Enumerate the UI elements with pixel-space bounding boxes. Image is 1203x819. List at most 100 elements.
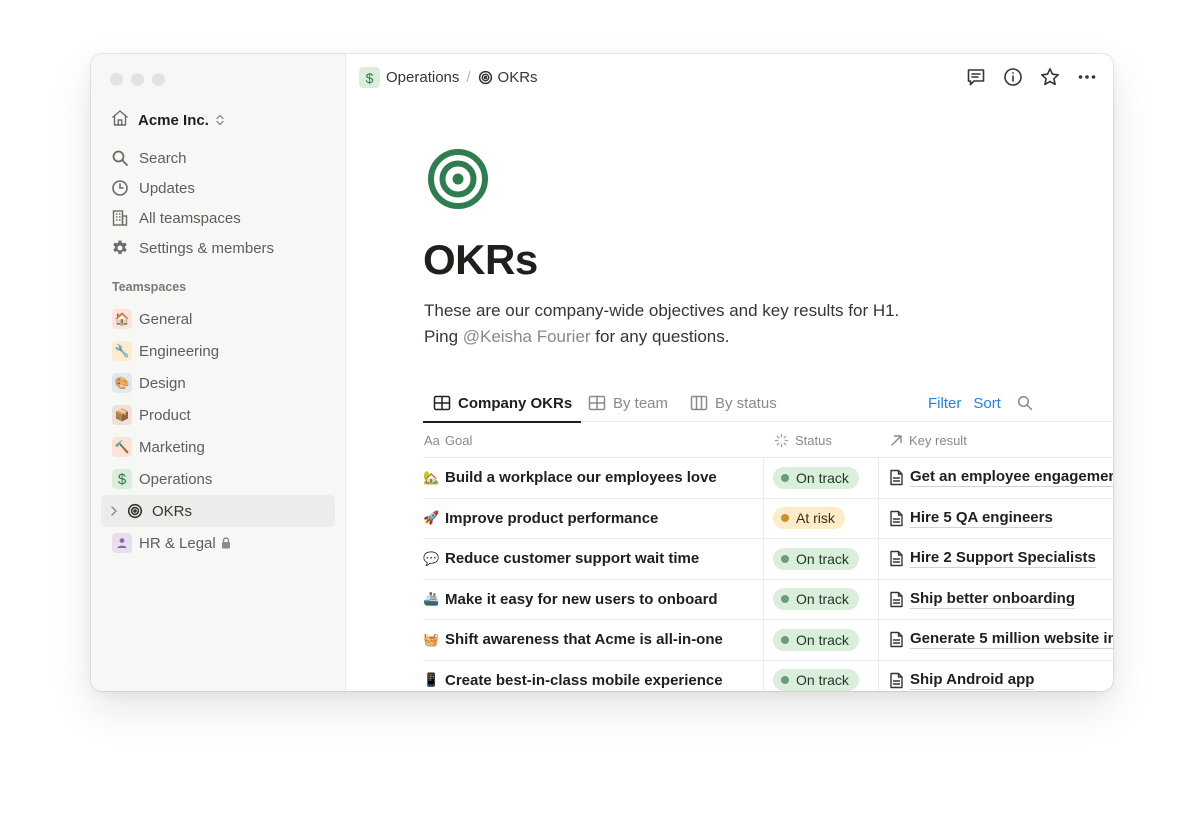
sidebar-item-product[interactable]: 📦 Product [101,399,335,431]
sidebar-item-search[interactable]: Search [110,143,274,173]
chevron-right-icon[interactable] [110,504,118,521]
sidebar-item-label: Product [139,406,191,424]
hammer-emoji-icon: 🔨 [112,437,132,457]
breadcrumb-operations[interactable]: Operations [386,69,459,86]
key-result-link[interactable]: Ship Android app [910,671,1035,690]
workspace-switcher[interactable]: Acme Inc. [110,109,225,131]
status-cell[interactable]: At risk [764,498,879,538]
table-row[interactable]: 🧺 Shift awareness that Acme is all-in-one… [423,620,1113,661]
star-icon [1041,68,1059,86]
minimize-window-button[interactable] [131,73,144,86]
sidebar-item-design[interactable]: 🎨 Design [101,367,335,399]
wrench-emoji-icon: 🔧 [112,341,132,361]
search-icon[interactable] [1017,395,1033,411]
goal-text: Reduce customer support wait time [445,550,700,568]
status-badge[interactable]: On track [773,547,859,570]
column-header-label: Status [795,432,832,448]
window-controls [110,73,165,86]
status-cell[interactable]: On track [764,539,879,579]
status-badge[interactable]: At risk [773,507,845,530]
document-icon [889,510,904,527]
sort-button[interactable]: Sort [973,395,1001,412]
status-cell[interactable]: On track [764,660,879,691]
tab-by-team[interactable]: By team [588,384,668,422]
sidebar-item-label: Engineering [139,342,220,360]
sidebar-item-general[interactable]: 🏠 General [101,303,335,335]
key-result-link[interactable]: Generate 5 million website impressions [910,630,1113,650]
sidebar-item-updates[interactable]: Updates [110,173,274,203]
info-icon [1004,68,1022,86]
goal-cell[interactable]: 💬 Reduce customer support wait time [423,539,764,579]
key-result-cell[interactable]: Hire 5 QA engineers [879,499,1113,539]
status-dot [781,554,789,563]
tab-by-status[interactable]: By status [690,384,777,422]
key-result-cell[interactable]: Generate 5 million website impressions [879,620,1113,660]
status-badge[interactable]: On track [773,588,859,611]
filter-button[interactable]: Filter [928,395,961,412]
goal-cell[interactable]: 🚢 Make it easy for new users to onboard [423,579,764,619]
sidebar-item-label: Updates [139,179,195,197]
goal-emoji-icon: 🚀 [423,510,440,526]
status-cell[interactable]: On track [764,620,879,660]
breadcrumb-okrs[interactable]: OKRs [498,69,538,86]
column-header-key-result[interactable]: Key result [890,422,967,458]
goal-cell[interactable]: 📱 Create best-in-class mobile experience [423,660,764,691]
status-badge[interactable]: On track [773,669,859,691]
user-mention[interactable]: @Keisha Fourier [463,327,591,346]
description-suffix: for any questions. [590,326,730,346]
table-row[interactable]: 🚢 Make it easy for new users to onboard O… [423,579,1113,620]
key-result-link[interactable]: Hire 5 QA engineers [910,509,1053,528]
person-icon [112,533,132,553]
table-row[interactable]: 💬 Reduce customer support wait time On tr… [423,539,1113,580]
description-line-2: Ping @Keisha Fourier for any questions. [424,324,899,350]
key-result-cell[interactable]: Get an employee engagement score [879,458,1113,498]
column-header-goal[interactable]: Aa Goal [424,422,472,458]
status-badge[interactable]: On track [773,466,859,489]
sidebar-item-okrs[interactable]: OKRs [101,495,335,527]
goal-cell[interactable]: 🏡 Build a workplace our employees love [423,458,764,498]
status-cell[interactable]: On track [764,579,879,619]
table-row[interactable]: 📱 Create best-in-class mobile experience … [423,660,1113,692]
key-result-link[interactable]: Ship better onboarding [910,590,1075,609]
page-target-icon[interactable] [426,147,490,216]
info-button[interactable] [1001,65,1025,89]
goal-emoji-icon: 🚢 [423,591,440,607]
page-description[interactable]: These are our company-wide objectives an… [424,298,899,349]
sidebar-item-settings[interactable]: Settings & members [110,233,274,263]
key-result-cell[interactable]: Ship Android app [879,661,1113,692]
sidebar-item-engineering[interactable]: 🔧 Engineering [101,335,335,367]
goal-text: Improve product performance [445,509,659,527]
key-result-link[interactable]: Hire 2 Support Specialists [910,549,1096,569]
database-view-tabs: Company OKRs By team By status Filter So… [423,384,1113,423]
table-row[interactable]: 🚀 Improve product performance At risk Hir… [423,498,1113,539]
status-badge[interactable]: On track [773,628,859,651]
document-icon [889,550,904,567]
dollar-icon: $ [112,469,132,489]
column-header-status[interactable]: Status [774,422,832,458]
tab-company-okrs[interactable]: Company OKRs [423,384,582,423]
maximize-window-button[interactable] [152,73,165,86]
sidebar-item-marketing[interactable]: 🔨 Marketing [101,431,335,463]
sidebar-item-all-teamspaces[interactable]: All teamspaces [110,203,274,233]
sidebar-item-operations[interactable]: $ Operations [101,463,335,495]
goal-emoji-icon: 💬 [423,550,440,566]
goal-emoji-icon: 🧺 [423,631,440,647]
sidebar-item-hr-legal[interactable]: HR & Legal [101,527,335,559]
status-label: On track [796,469,849,486]
goal-cell[interactable]: 🧺 Shift awareness that Acme is all-in-one [423,620,764,660]
status-cell[interactable]: On track [764,458,879,498]
comments-button[interactable] [964,65,988,89]
text-type-icon: Aa [424,432,440,448]
close-window-button[interactable] [110,73,123,86]
key-result-cell[interactable]: Hire 2 Support Specialists [879,539,1113,579]
key-result-link[interactable]: Get an employee engagement score [910,468,1113,488]
more-button[interactable] [1075,65,1099,89]
goal-cell[interactable]: 🚀 Improve product performance [423,498,764,538]
teamspace-list: 🏠 General 🔧 Engineering 🎨 Design 📦 Produ… [101,303,335,559]
key-result-cell[interactable]: Ship better onboarding [879,580,1113,620]
top-bar: $ Operations / OKRs [346,54,1113,102]
table-row[interactable]: 🏡 Build a workplace our employees love On… [423,458,1113,499]
page-title[interactable]: OKRs [423,236,538,284]
tab-label: By status [715,394,777,412]
favorite-button[interactable] [1038,65,1062,89]
